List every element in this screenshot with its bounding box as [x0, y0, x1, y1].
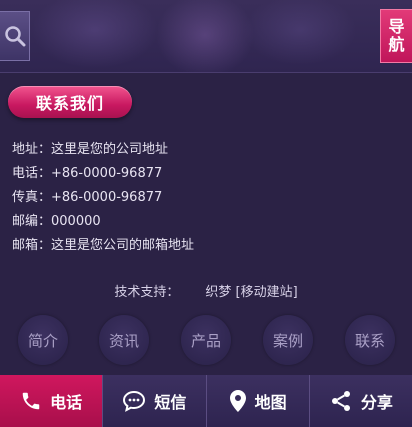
email-line: 邮箱：这里是您公司的邮箱地址 — [12, 238, 195, 253]
nav-label-2: 航 — [388, 35, 405, 54]
tech-support: 技术支持： 织梦 [移动建站] — [0, 281, 412, 300]
contact-title: 联系我们 — [8, 86, 132, 118]
phone-line: 电话：+86-0000-96877 — [12, 166, 163, 181]
round-nav: 简介 资讯 产品 案例 联系 — [0, 312, 412, 368]
support-label: 技术支持： — [114, 285, 180, 300]
phone-icon — [22, 392, 40, 410]
sms-label: 短信 — [154, 393, 187, 412]
fax-line: 传真：+86-0000-96877 — [12, 190, 163, 205]
share-label: 分享 — [360, 393, 393, 412]
search-icon — [4, 26, 25, 47]
map-button[interactable]: 地图 — [205, 375, 309, 427]
call-button[interactable]: 电话 — [0, 375, 103, 427]
zipcode-line: 邮编：000000 — [12, 214, 101, 229]
bottom-bar: 电话 短信 地图 分享 — [0, 375, 412, 427]
nav-button[interactable]: 导 航 — [380, 9, 412, 63]
support-link[interactable]: 织梦 [移动建站] — [205, 285, 297, 300]
sms-button[interactable]: 短信 — [102, 375, 206, 427]
message-icon — [123, 390, 146, 412]
share-button[interactable]: 分享 — [308, 375, 412, 427]
round-nav-cases[interactable]: 案例 — [263, 315, 313, 365]
round-nav-products[interactable]: 产品 — [181, 315, 231, 365]
address-line: 地址：这里是您的公司地址 — [12, 142, 169, 157]
map-pin-icon — [229, 390, 246, 412]
call-label: 电话 — [50, 393, 83, 412]
contact-info: 地址：这里是您的公司地址 电话：+86-0000-96877 传真：+86-00… — [12, 140, 194, 260]
round-nav-intro[interactable]: 简介 — [18, 315, 68, 365]
share-icon — [331, 391, 350, 411]
map-label: 地图 — [254, 393, 287, 412]
nav-label-1: 导 — [388, 17, 405, 36]
round-nav-contact[interactable]: 联系 — [345, 315, 395, 365]
search-button[interactable] — [0, 11, 30, 61]
header: 导 航 — [0, 0, 412, 73]
round-nav-news[interactable]: 资讯 — [99, 315, 149, 365]
